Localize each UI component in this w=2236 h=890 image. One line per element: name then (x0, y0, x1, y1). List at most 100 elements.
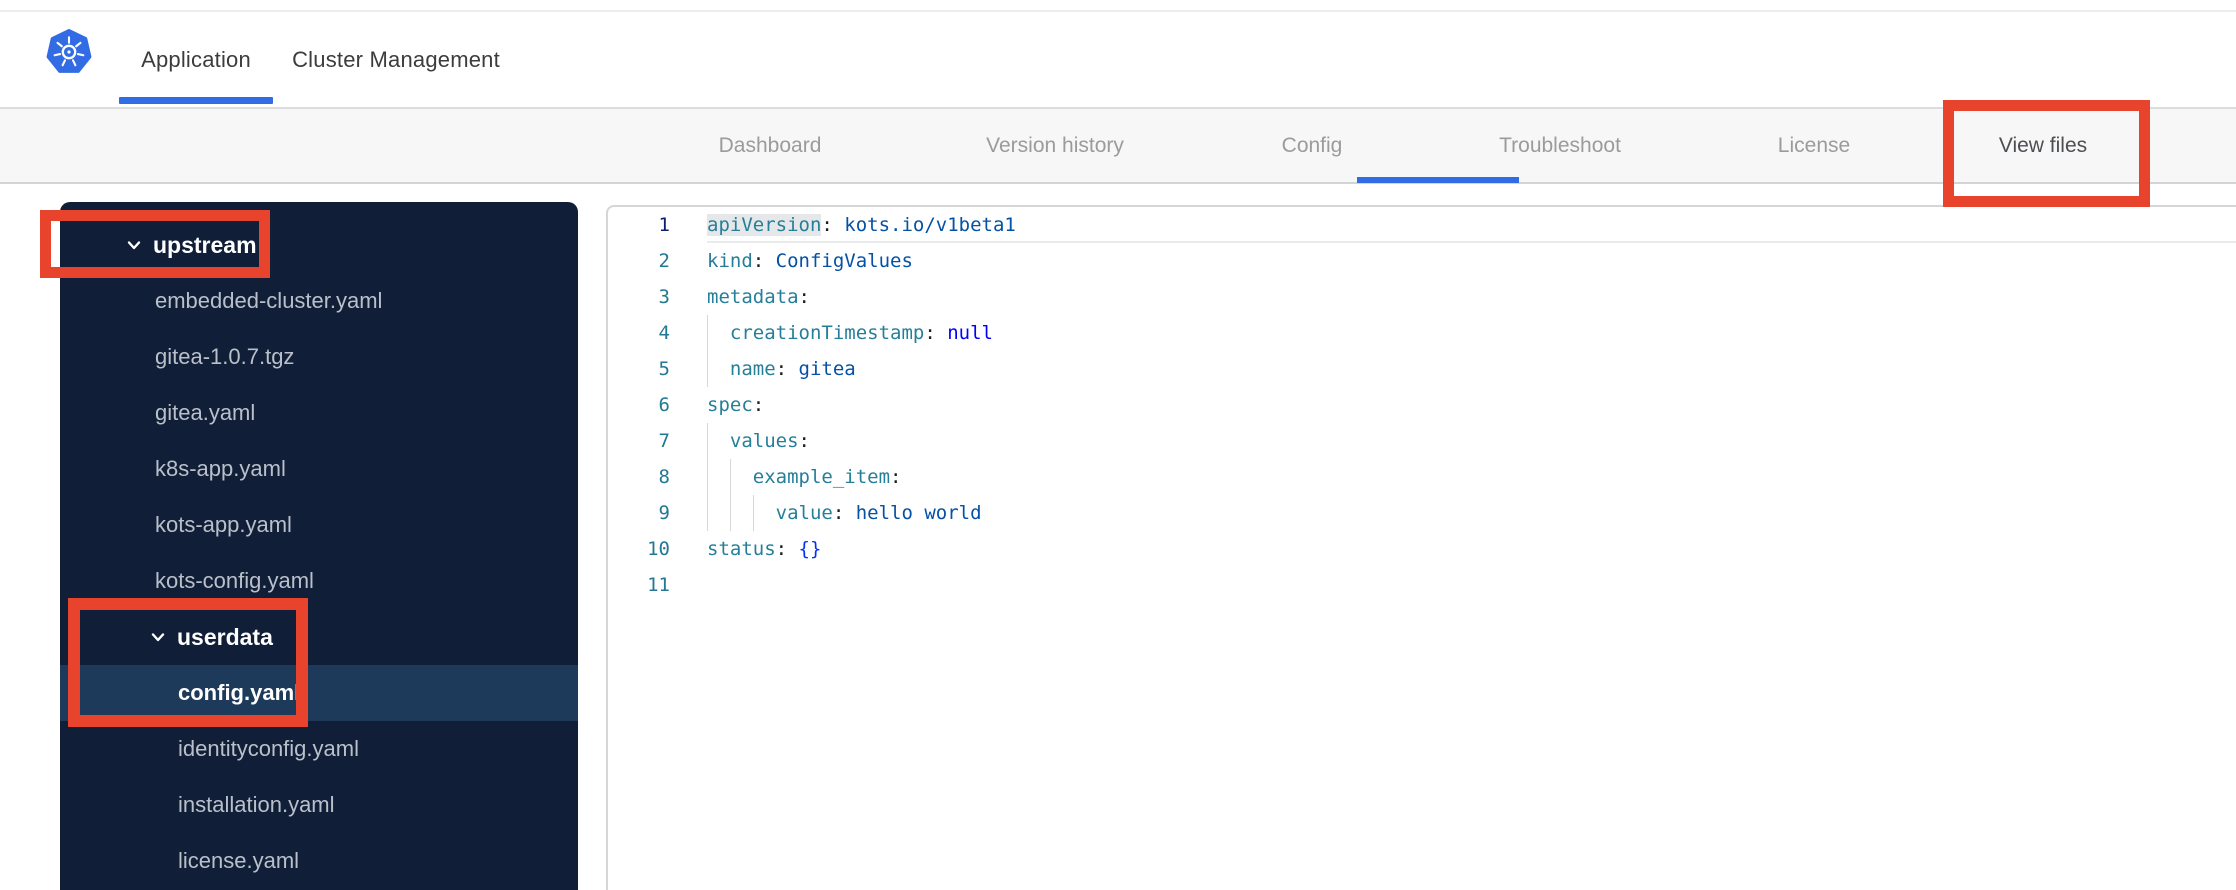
tree-item-label: gitea-1.0.7.tgz (155, 344, 295, 369)
code-line-10[interactable]: 10 status: {} (608, 531, 2236, 567)
code-token: kots.io/v1beta1 (844, 214, 1016, 236)
code-line-3[interactable]: 3 metadata: (608, 279, 2236, 315)
subnav-tab-dashboard[interactable]: Dashboard (719, 109, 822, 182)
tree-item-license-yaml[interactable]: license.yaml (60, 833, 578, 889)
tree-item-gitea-1-0-7-tgz[interactable]: gitea-1.0.7.tgz (60, 329, 578, 385)
code-token: : (775, 538, 799, 560)
line-number: 1 (658, 214, 670, 236)
line-number: 6 (658, 394, 670, 416)
code-line-content: creationTimestamp: null (707, 315, 2236, 351)
code-line-8[interactable]: 8 example_item: (608, 459, 2236, 495)
yaml-file-viewer[interactable]: 1 apiVersion: kots.io/v1beta1 2 kind: Confi… (606, 205, 2236, 890)
app-header: Application Cluster Management (0, 12, 2236, 107)
code-token: status (707, 538, 776, 560)
code-line-content: apiVersion: kots.io/v1beta1 (707, 207, 2236, 243)
indent-guide (729, 495, 753, 531)
code-line-content: value: hello world (707, 495, 2236, 531)
tree-item-label: installation.yaml (178, 792, 335, 817)
code-token: : (890, 466, 902, 488)
code-line-9[interactable]: 9 value: hello world (608, 495, 2236, 531)
code-line-content: kind: ConfigValues (707, 243, 2236, 279)
tree-item-label: kots-config.yaml (155, 568, 314, 593)
application-tab-underline (119, 97, 273, 104)
tree-item-label: userdata (177, 623, 273, 650)
line-number: 5 (658, 358, 670, 380)
tree-item-kots-app-yaml[interactable]: kots-app.yaml (60, 497, 578, 553)
indent-guide (707, 315, 730, 351)
code-line-2[interactable]: 2 kind: ConfigValues (608, 243, 2236, 279)
code-line-6[interactable]: 6 spec: (608, 387, 2236, 423)
code-token: : (821, 214, 845, 236)
tree-item-identityconfig-yaml[interactable]: identityconfig.yaml (60, 721, 578, 777)
tree-item-label: k8s-app.yaml (155, 456, 286, 481)
code-line-content: metadata: (707, 279, 2236, 315)
tree-item-label: gitea.yaml (155, 400, 256, 425)
code-line-1[interactable]: 1 apiVersion: kots.io/v1beta1 (608, 207, 2236, 243)
line-number: 2 (658, 250, 670, 272)
code-token: : (752, 250, 776, 272)
subnav-tab-view-files[interactable]: View files (1999, 109, 2087, 182)
code-token: ConfigValues (775, 250, 913, 272)
code-line-content: spec: (707, 387, 2236, 423)
tree-item-label: upstream (153, 231, 257, 258)
code-line-content: example_item: (707, 459, 2236, 495)
code-token: : (832, 502, 856, 524)
subnav-tab-troubleshoot[interactable]: Troubleshoot (1499, 109, 1621, 182)
code-line-content: values: (707, 423, 2236, 459)
tree-item-upstream[interactable]: upstream (60, 217, 578, 273)
kubernetes-logo-icon (46, 29, 92, 73)
tree-item-userdata[interactable]: userdata (60, 609, 578, 665)
code-line-11[interactable]: 11 (608, 567, 2236, 603)
code-token: : (798, 430, 810, 452)
subnav-tab-config[interactable]: Config (1282, 109, 1343, 182)
tree-item-embedded-cluster-yaml[interactable]: embedded-cluster.yaml (60, 273, 578, 329)
tree-item-config-yaml[interactable]: config.yaml (60, 665, 578, 721)
subnav-tab-version-history[interactable]: Version history (986, 109, 1124, 182)
code-token: creationTimestamp (729, 322, 925, 344)
code-token: {} (798, 538, 822, 560)
line-number: 9 (658, 502, 670, 524)
line-number: 4 (658, 322, 670, 344)
view-files-tab-underline (1357, 177, 1519, 183)
code-line-7[interactable]: 7 values: (608, 423, 2236, 459)
code-token: example_item (752, 466, 891, 488)
indent-guide (729, 459, 753, 495)
app-subnav: Dashboard Version history Config Troublesho… (0, 107, 2236, 184)
tree-item-label: embedded-cluster.yaml (155, 288, 383, 313)
subnav-tab-license[interactable]: License (1778, 109, 1850, 182)
tree-item-label: kots-app.yaml (155, 512, 292, 537)
indent-guide (752, 495, 776, 531)
tree-item-label: license.yaml (178, 848, 300, 873)
code-token: : (752, 394, 765, 416)
line-number: 3 (658, 286, 670, 308)
code-line-4[interactable]: 4 creationTimestamp: null (608, 315, 2236, 351)
code-line-content: name: gitea (707, 351, 2236, 387)
tree-item-gitea-yaml[interactable]: gitea.yaml (60, 385, 578, 441)
line-number: 8 (658, 466, 670, 488)
code-line-content: status: {} (707, 531, 2236, 567)
code-token: metadata (707, 286, 799, 308)
code-token: apiVersion (707, 214, 822, 236)
line-number: 10 (647, 538, 670, 560)
tree-item-k8s-app-yaml[interactable]: k8s-app.yaml (60, 441, 578, 497)
code-token: value (775, 502, 833, 524)
header-tab-application[interactable]: Application (141, 12, 251, 107)
code-token: name (729, 358, 776, 380)
code-token: spec (707, 394, 753, 416)
chevron-down-icon (127, 241, 141, 250)
tree-item-installation-yaml[interactable]: installation.yaml (60, 777, 578, 833)
header-tab-cluster-management[interactable]: Cluster Management (292, 12, 500, 107)
line-number: 7 (658, 430, 670, 452)
file-tree-sidebar: upstream embedded-cluster.yaml gitea-1.0.7… (60, 202, 578, 890)
code-token: gitea (798, 358, 856, 380)
code-token: : (924, 322, 948, 344)
code-token: : (775, 358, 799, 380)
code-token: values (729, 430, 799, 452)
code-line-5[interactable]: 5 name: gitea (608, 351, 2236, 387)
chevron-down-icon (151, 633, 165, 642)
kots-admin-console: Application Cluster Management Dashboard V… (0, 0, 2236, 890)
tree-item-label: identityconfig.yaml (178, 736, 359, 761)
tree-item-label: config.yaml (178, 680, 301, 705)
code-token: kind (707, 250, 753, 272)
tree-item-kots-config-yaml[interactable]: kots-config.yaml (60, 553, 578, 609)
